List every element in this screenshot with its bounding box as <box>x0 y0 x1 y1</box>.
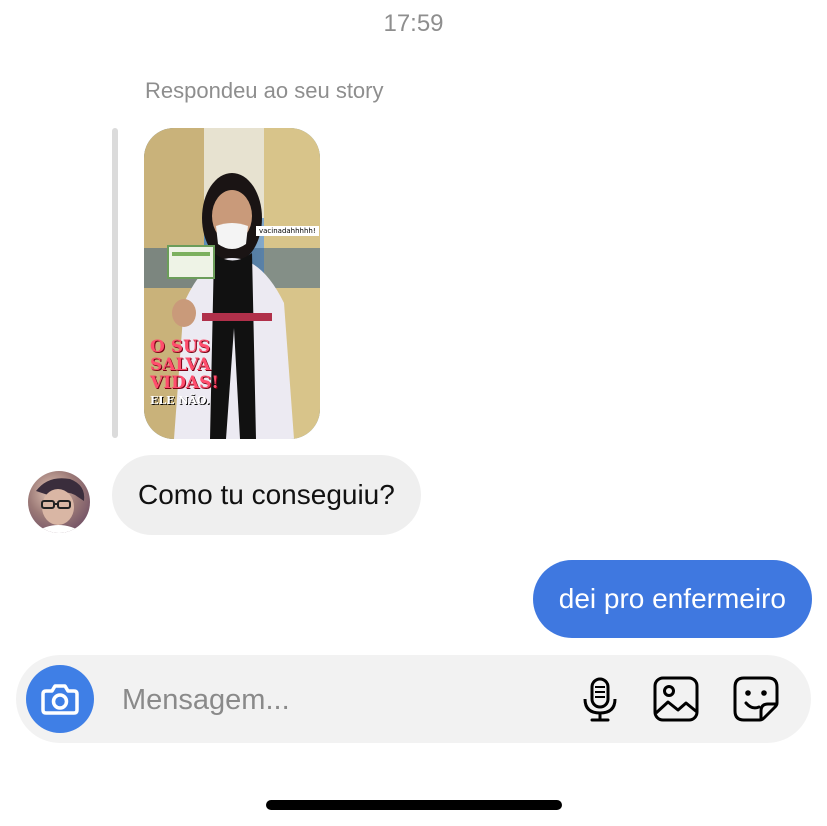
avatar-photo <box>34 478 85 533</box>
microphone-icon[interactable] <box>576 675 624 723</box>
sticker-icon[interactable] <box>732 675 780 723</box>
message-input[interactable] <box>120 677 544 723</box>
story-thumbnail[interactable]: vacinadahhhhh! O SUS SALVA VIDAS! ELE NÃ… <box>144 128 320 439</box>
reply-indicator-bar <box>112 128 118 438</box>
incoming-message[interactable]: Como tu conseguiu? <box>112 455 421 535</box>
story-caption: O SUS SALVA VIDAS! ELE NÃO. <box>150 338 219 410</box>
camera-icon <box>41 684 79 715</box>
message-composer <box>16 655 811 743</box>
story-caption-line: SALVA <box>150 355 211 375</box>
story-caption-small: ELE NÃO. <box>150 394 210 407</box>
story-sticker: vacinadahhhhh! <box>256 226 319 236</box>
story-reply-label: Respondeu ao seu story <box>145 78 384 103</box>
story-caption-line: VIDAS! <box>150 373 219 393</box>
sender-avatar[interactable] <box>28 471 90 533</box>
camera-button[interactable] <box>26 665 94 733</box>
story-caption-line: O SUS <box>150 337 211 357</box>
gallery-icon[interactable] <box>652 675 700 723</box>
message-timestamp: 17:59 <box>383 10 444 37</box>
outgoing-message[interactable]: dei pro enfermeiro <box>532 560 812 638</box>
home-indicator[interactable] <box>266 800 562 810</box>
